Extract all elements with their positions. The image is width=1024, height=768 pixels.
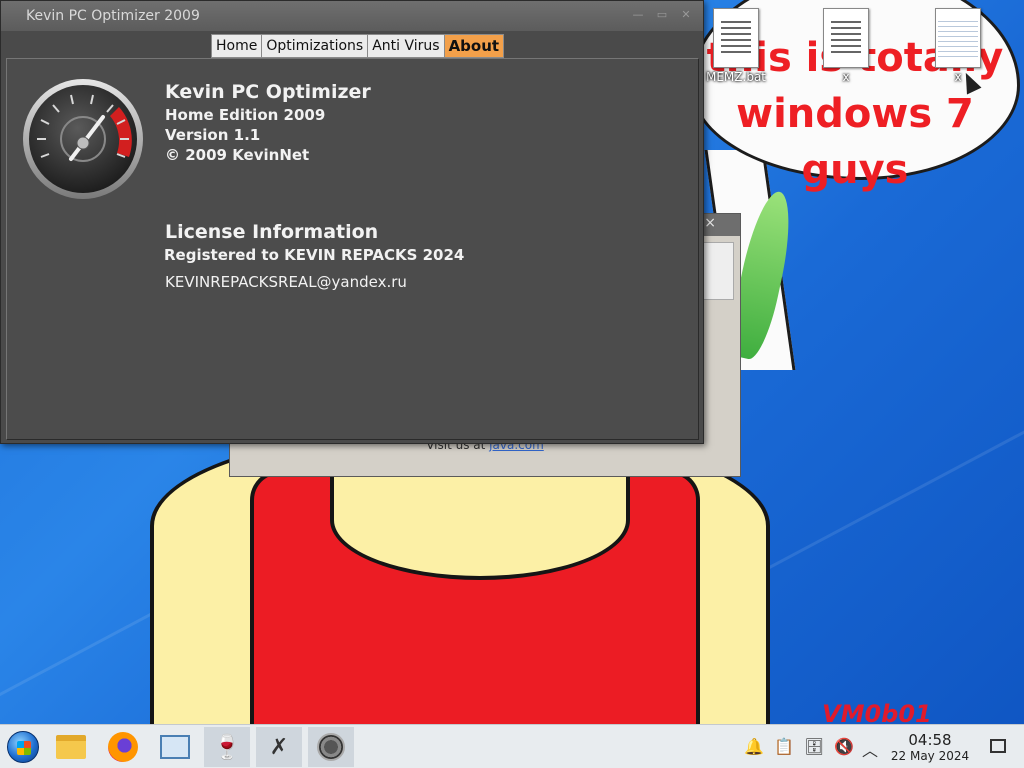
about-panel: Kevin PC Optimizer Home Edition 2009 Ver… [6,58,699,440]
text-file-icon [823,8,869,68]
windows-orb-icon [7,731,39,763]
tab-home[interactable]: Home [211,34,263,58]
maximize-button[interactable]: ▭ [655,9,669,21]
start-button[interactable] [0,727,46,767]
license-heading: License Information [165,221,379,243]
clipboard-icon[interactable]: 📋 [774,737,794,756]
taskbar-clock[interactable]: 04:58 22 May 2024 [884,731,976,763]
taskbar-firefox[interactable] [100,727,146,767]
clock-time: 04:58 [908,731,952,749]
close-button[interactable]: ✕ [679,9,693,21]
tab-anti-virus[interactable]: Anti Virus [367,34,445,58]
tab-about[interactable]: About [443,34,505,58]
gauge-icon [317,733,345,761]
window-controls: — ▭ ✕ [631,9,693,21]
taskbar-system-monitor[interactable] [152,727,198,767]
desktop-icon-label: x [842,70,850,84]
desktop-icon-label: MEMZ.bat [706,70,766,84]
product-name: Kevin PC Optimizer [165,81,371,103]
window-titlebar[interactable]: Kevin PC Optimizer 2009 — ▭ ✕ [1,1,703,31]
product-version: Version 1.1 [165,126,261,144]
close-icon[interactable]: × [704,215,716,231]
tab-optimizations[interactable]: Optimizations [261,34,369,58]
desktop-icon-x-blank[interactable]: x [922,8,994,84]
volume-muted-icon[interactable]: 🔇 [834,737,854,756]
storage-icon[interactable]: 🗄 [804,737,824,756]
license-email: KEVINREPACKSREAL@yandex.ru [165,273,407,291]
taskbar-file-manager[interactable] [48,727,94,767]
desktop-icon-memz[interactable]: MEMZ.bat [700,8,772,84]
desktop-icon-x-text[interactable]: x [810,8,882,84]
show-desktop-button[interactable] [990,739,1006,753]
wallpaper-streak [728,352,1024,591]
taskbar-kevin-optimizer[interactable] [308,727,354,767]
window-title: Kevin PC Optimizer 2009 [26,8,200,24]
wine-glass-icon: 🍷 [212,733,242,761]
chevron-up-icon[interactable]: ︿ [862,737,878,761]
taskbar: 🍷 ✗ 🔔 📋 🗄 🔇 ︿ 04:58 22 May 2024 [0,724,1024,768]
wallpaper-watermark: VM0b01 [822,700,932,724]
blank-file-icon [935,8,981,68]
clock-date: 22 May 2024 [890,749,970,763]
folder-icon [56,735,86,759]
notifications-icon[interactable]: 🔔 [744,737,764,756]
batch-file-icon [713,8,759,68]
monitor-icon [160,735,190,759]
optimizer-window[interactable]: Kevin PC Optimizer 2009 — ▭ ✕ Home Optim… [0,0,704,444]
license-registered-to: Registered to KEVIN REPACKS 2024 [164,246,465,264]
minimize-button[interactable]: — [631,9,645,21]
taskbar-xkill[interactable]: ✗ [256,727,302,767]
taskbar-wine[interactable]: 🍷 [204,727,250,767]
tab-bar: Home Optimizations Anti Virus About [211,34,505,58]
product-edition: Home Edition 2009 [165,106,326,124]
cartoon-neck [330,460,630,580]
firefox-icon [108,732,138,762]
product-copyright: © 2009 KevinNet [165,146,310,164]
x-icon: ✗ [269,734,289,760]
speedometer-gauge-icon [23,79,143,199]
